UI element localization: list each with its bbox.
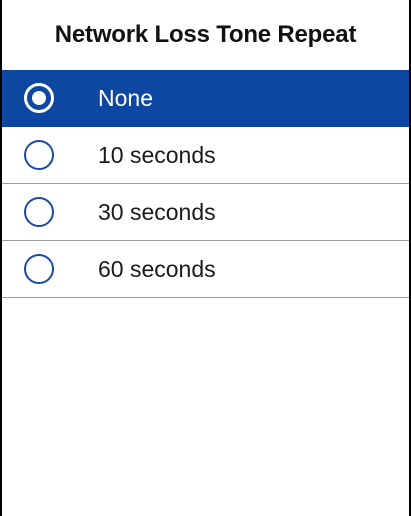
option-list: None 10 seconds 30 seconds 60 seconds xyxy=(2,70,409,298)
option-label: 60 seconds xyxy=(98,255,216,282)
radio-dot xyxy=(32,91,46,105)
radio-unchecked-icon[interactable] xyxy=(24,197,54,227)
option-label: 30 seconds xyxy=(98,198,216,225)
radio-checked-icon[interactable] xyxy=(24,83,54,113)
radio-unchecked-icon[interactable] xyxy=(24,140,54,170)
option-60-seconds[interactable]: 60 seconds xyxy=(2,241,409,298)
option-none[interactable]: None xyxy=(2,70,409,127)
network-loss-tone-repeat-screen: Network Loss Tone Repeat None 10 seconds… xyxy=(0,0,411,516)
option-10-seconds[interactable]: 10 seconds xyxy=(2,127,409,184)
page-title: Network Loss Tone Repeat xyxy=(54,21,357,48)
option-label: None xyxy=(98,84,153,111)
option-label: 10 seconds xyxy=(98,141,216,168)
option-30-seconds[interactable]: 30 seconds xyxy=(2,184,409,241)
radio-unchecked-icon[interactable] xyxy=(24,254,54,284)
